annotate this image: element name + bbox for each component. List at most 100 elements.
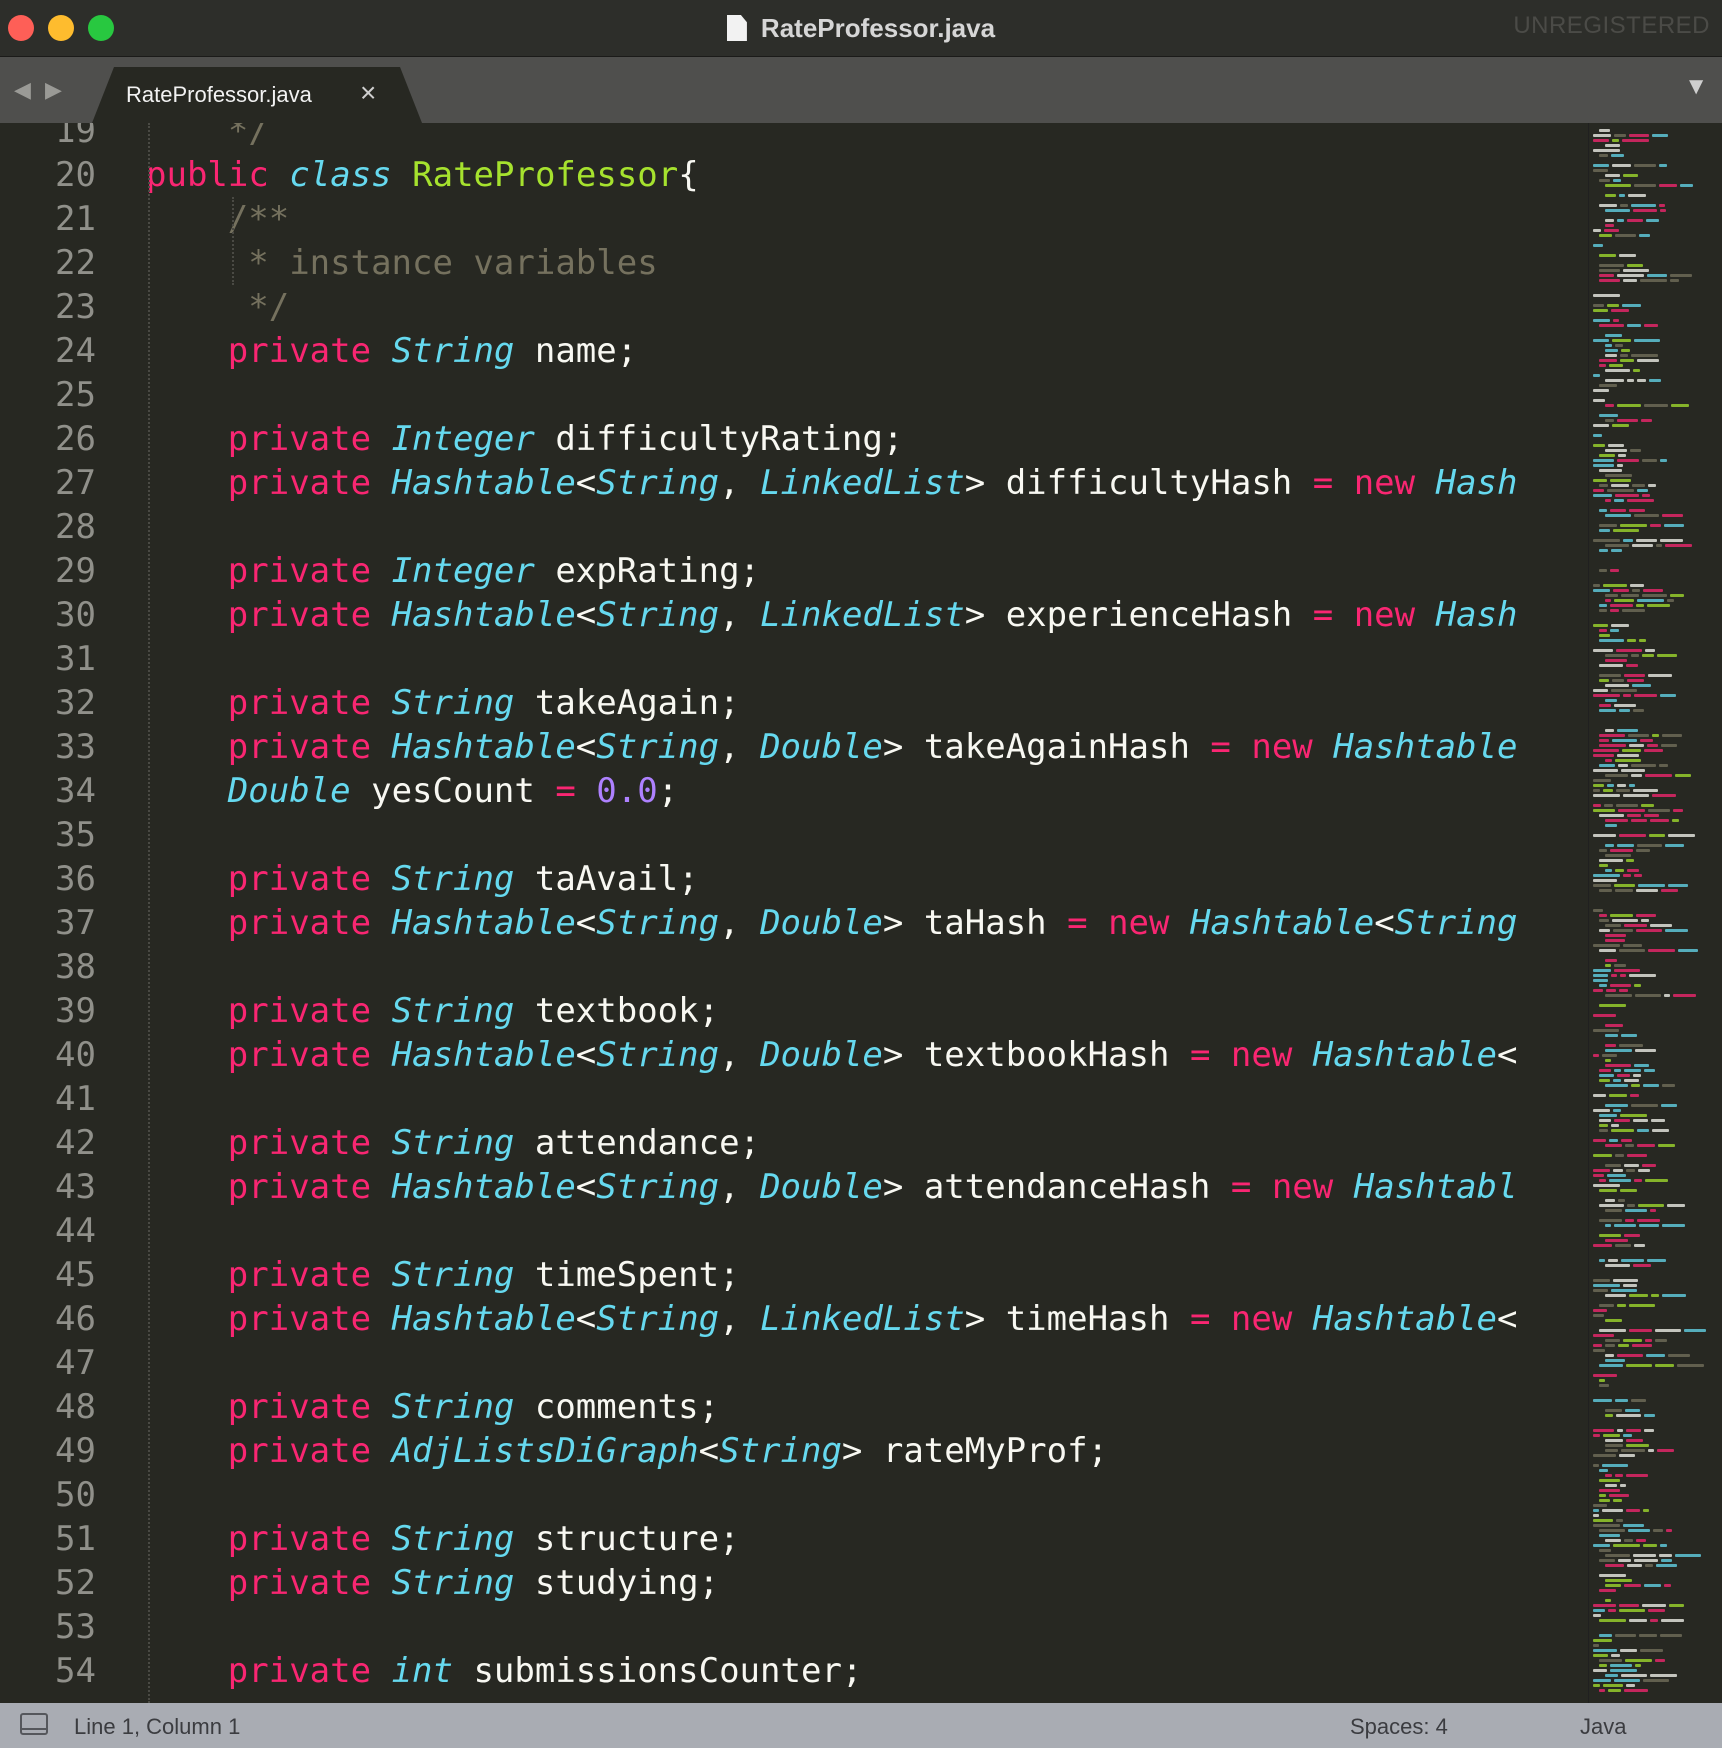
code-token: yesCount — [350, 771, 556, 811]
code-token: = new — [1312, 463, 1436, 503]
code-line[interactable]: public class RateProfessor{ — [146, 153, 699, 197]
code-line[interactable]: */ — [228, 285, 289, 329]
minimap-line — [1605, 1144, 1622, 1147]
code-line[interactable]: * instance variables — [228, 241, 657, 285]
code-line[interactable]: private Hashtable<String, Double> attend… — [228, 1165, 1518, 1209]
code-line[interactable]: private Integer expRating; — [228, 549, 760, 593]
minimap-line — [1627, 679, 1644, 682]
code-token: String — [391, 1563, 515, 1603]
code-token: String — [391, 1123, 515, 1163]
zoom-window-button[interactable] — [88, 15, 114, 41]
minimap-line — [1634, 1559, 1658, 1562]
minimap-line — [1605, 1674, 1618, 1677]
code-token: , — [719, 903, 761, 943]
code-line[interactable]: private Hashtable<String, LinkedList> ti… — [228, 1297, 1518, 1341]
minimap-line — [1605, 1539, 1621, 1542]
minimap-line — [1637, 1129, 1649, 1132]
minimap-line — [1605, 499, 1611, 502]
code-line[interactable]: private String name; — [228, 329, 637, 373]
tab-close-icon[interactable]: × — [360, 77, 376, 109]
line-number: 46 — [55, 1299, 96, 1339]
minimap-line — [1617, 729, 1638, 732]
minimap-line — [1599, 1489, 1620, 1492]
code-line[interactable]: private Hashtable<String, Double> takeAg… — [228, 725, 1518, 769]
minimap-line — [1599, 1234, 1621, 1237]
code-token: */ — [146, 123, 269, 151]
tab-dropdown-icon[interactable]: ▼ — [1684, 73, 1708, 101]
minimap-line — [1638, 1204, 1664, 1207]
minimap-line — [1655, 1339, 1667, 1342]
minimap-line — [1599, 274, 1614, 277]
line-number: 48 — [55, 1387, 96, 1427]
code-line[interactable]: private Hashtable<String, Double> textbo… — [228, 1033, 1518, 1077]
indentation-setting[interactable]: Spaces: 4 — [1350, 1714, 1448, 1740]
minimap-line — [1619, 254, 1636, 257]
minimap-line — [1645, 1179, 1668, 1182]
tab-navigation-arrows[interactable]: ◀ ▶ — [14, 77, 66, 103]
code-line[interactable]: private String timeSpent; — [228, 1253, 740, 1297]
close-window-button[interactable] — [8, 15, 34, 41]
minimap-line — [1605, 1199, 1615, 1202]
code-line[interactable]: Double yesCount = 0.0; — [228, 769, 678, 813]
minimap-line — [1599, 744, 1626, 747]
code-line[interactable]: private String attendance; — [228, 1121, 760, 1165]
minimap-line — [1593, 464, 1614, 467]
code-token: Hashtable — [1333, 727, 1518, 767]
code-area[interactable]: */public class RateProfessor{/** * insta… — [146, 123, 1588, 1703]
minimap-line — [1633, 369, 1640, 372]
code-line[interactable]: private String textbook; — [228, 989, 719, 1033]
minimap-line — [1593, 749, 1619, 752]
minimap-line — [1633, 1554, 1656, 1557]
code-line[interactable]: private int submissionsCounter; — [228, 1649, 863, 1693]
cursor-position[interactable]: Line 1, Column 1 — [74, 1714, 240, 1740]
minimap-line — [1599, 949, 1616, 952]
minimap-line — [1593, 754, 1614, 757]
code-token: Double — [760, 1167, 883, 1207]
minimap-line — [1668, 884, 1688, 887]
code-line[interactable]: private AdjListsDiGraph<String> rateMyPr… — [228, 1429, 1108, 1473]
minimap-line — [1610, 569, 1619, 572]
syntax-selector[interactable]: Java — [1580, 1714, 1626, 1740]
minimap-line — [1618, 1344, 1629, 1347]
code-line[interactable]: private String studying; — [228, 1561, 719, 1605]
minimap-line — [1605, 419, 1614, 422]
minimap-line — [1605, 1414, 1613, 1417]
code-token: = new — [1230, 1167, 1354, 1207]
minimap-line — [1599, 1259, 1605, 1262]
tab-rateprofessor[interactable]: RateProfessor.java × — [92, 67, 422, 123]
code-line[interactable]: /** — [228, 197, 289, 241]
code-line[interactable]: private Hashtable<String, Double> taHash… — [228, 901, 1518, 945]
minimap-line — [1604, 229, 1619, 232]
code-token: private — [227, 903, 392, 943]
minimap[interactable] — [1588, 123, 1722, 1703]
minimap-line — [1617, 1304, 1626, 1307]
code-line[interactable]: private String takeAgain; — [228, 681, 740, 725]
minimap-line — [1619, 1044, 1643, 1047]
code-line[interactable]: private String taAvail; — [228, 857, 699, 901]
minimap-line — [1622, 304, 1641, 307]
minimap-line — [1617, 1074, 1630, 1077]
code-line[interactable]: private Hashtable<String, LinkedList> ex… — [228, 593, 1518, 637]
minimize-window-button[interactable] — [48, 15, 74, 41]
code-line[interactable]: private String structure; — [228, 1517, 740, 1561]
minimap-line — [1605, 144, 1620, 147]
minimap-line — [1639, 1634, 1657, 1637]
minimap-line — [1605, 1599, 1611, 1602]
code-line[interactable]: private Integer difficultyRating; — [228, 417, 904, 461]
code-line[interactable]: private String comments; — [228, 1385, 719, 1429]
minimap-line — [1610, 914, 1633, 917]
minimap-line — [1605, 334, 1622, 337]
code-editor[interactable]: 19 20 21 22 23 24 25 26 27 28 29 30 31 32 33 34 35 36 37 38… — [0, 123, 1722, 1703]
minimap-line — [1611, 1129, 1634, 1132]
panel-toggle-icon[interactable] — [20, 1713, 48, 1735]
minimap-line — [1652, 794, 1676, 797]
minimap-line — [1629, 744, 1644, 747]
minimap-line — [1670, 594, 1684, 597]
minimap-line — [1650, 1209, 1656, 1212]
minimap-line — [1640, 279, 1667, 282]
code-token: , — [719, 727, 761, 767]
minimap-line — [1599, 524, 1617, 527]
minimap-line — [1665, 929, 1688, 932]
code-line[interactable]: */ — [146, 123, 269, 153]
code-line[interactable]: private Hashtable<String, LinkedList> di… — [228, 461, 1518, 505]
